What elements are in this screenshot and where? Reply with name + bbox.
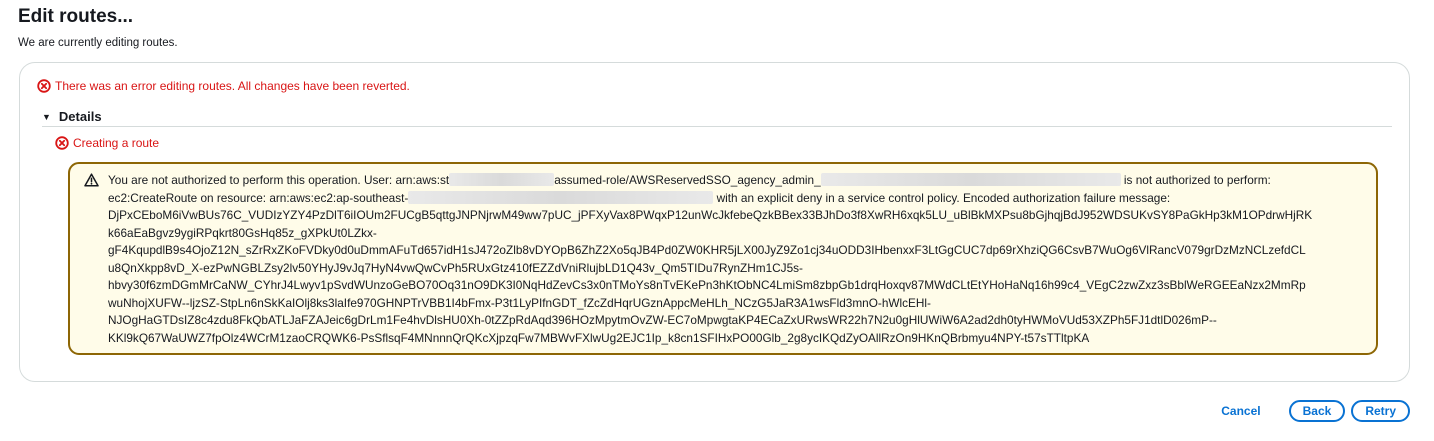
retry-button[interactable]: Retry (1351, 400, 1410, 422)
details-toggle[interactable]: ▼ Details (42, 107, 1392, 127)
warning-line: u8QnXkpp8vD_X-ezPwNGBLZsy2lv50YHyJ9vJq7H… (108, 260, 803, 275)
x-circle-icon (37, 79, 51, 93)
warning-message: You are not authorized to perform this o… (108, 172, 1364, 347)
warning-line: You are not authorized to perform this o… (108, 173, 1271, 187)
cancel-button[interactable]: Cancel (1221, 404, 1260, 418)
warning-line: hbvy30f6zmDGmMrCaNW_CYhrJ4Lwyv1pSvdWUnzo… (108, 278, 1306, 292)
warning-line: k66aEaBgvz9ygiRPqkrt80GsHq85z_gXPkUt0LZk… (108, 225, 377, 240)
redacted-block (820, 173, 1121, 186)
back-button[interactable]: Back (1288, 400, 1346, 422)
page-subtitle: We are currently editing routes. (18, 37, 178, 49)
details-label: Details (58, 109, 102, 124)
warning-triangle-icon (84, 173, 99, 187)
warning-line: KKl9kQ67WaUWZ7fpOlz4WCrM1zaoCRQWK6-PsSfl… (108, 330, 1090, 345)
route-error-label: Creating a route (73, 136, 160, 150)
x-circle-icon (55, 136, 69, 150)
redacted-block (449, 173, 555, 186)
caret-down-icon: ▼ (42, 111, 51, 122)
warning-line: DjPxCEboM6iVwBUs76C_VUDIzYZY4PzDlT6iIOUm… (108, 208, 1313, 222)
warning-alert: You are not authorized to perform this o… (68, 162, 1378, 355)
warning-line: NJOgHaGTDsIZ8c4zdu8FkQbATLJaFZAJeic6gDrL… (108, 313, 1217, 327)
redacted-block (408, 190, 714, 204)
error-alert: There was an error editing routes. All c… (37, 79, 410, 93)
error-message: There was an error editing routes. All c… (55, 79, 410, 93)
warning-line: gF4KqupdlB9s4OjoZ12N_sZrRxZKoFVDky0d0uDm… (108, 243, 1306, 257)
status-panel: There was an error editing routes. All c… (19, 62, 1410, 382)
route-error: Creating a route (55, 136, 159, 150)
action-bar: Cancel Back Retry (1221, 400, 1410, 422)
page-title: Edit routes... (18, 6, 134, 27)
warning-line: ec2:CreateRoute on resource: arn:aws:ec2… (108, 190, 1171, 205)
warning-line: wuNhojXUFW--ljzSZ-StpLn6nSkKaIOlj8ks3laI… (108, 295, 931, 310)
